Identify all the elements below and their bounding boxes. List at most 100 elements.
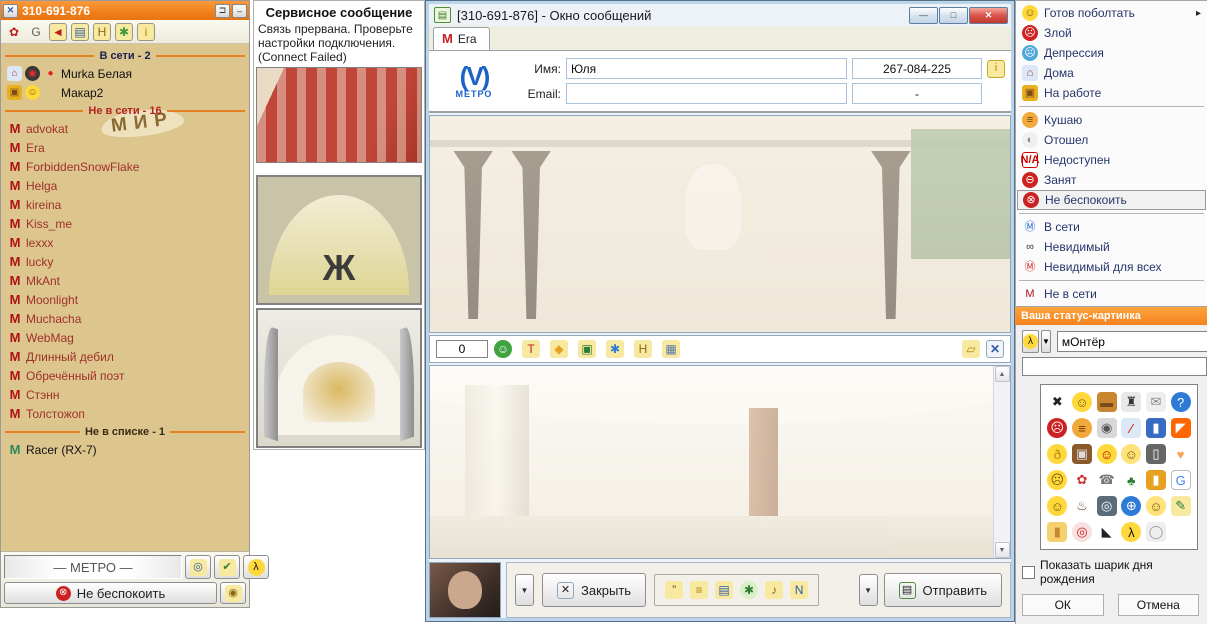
contact-row[interactable]: М WebMag <box>1 328 249 347</box>
email-field[interactable] <box>566 83 847 104</box>
pic-globe[interactable]: ⊕ <box>1121 496 1141 516</box>
status-invisible-all[interactable]: Ⓜ Невидимый для всех <box>1017 257 1206 277</box>
pic-sprayer[interactable]: ▮ <box>1146 418 1166 438</box>
close-options-dropdown[interactable]: ▼ <box>515 574 534 606</box>
message-history-area[interactable] <box>429 115 1011 333</box>
status-depression[interactable]: ☹ Депрессия <box>1017 43 1206 63</box>
status-at-home[interactable]: ⌂ Дома <box>1017 63 1206 83</box>
contact-row[interactable]: М Era <box>1 138 249 157</box>
pic-thermometer[interactable]: ∕ <box>1121 418 1141 438</box>
dnd-status-button[interactable]: ⊗ Не беспокоить <box>4 582 217 604</box>
close-conversation-button[interactable]: ✕ Закрыть <box>542 573 646 607</box>
contact-row[interactable]: М Moonlight <box>1 290 249 309</box>
pic-laugh[interactable]: ☺ <box>1047 496 1067 516</box>
pic-coffee[interactable]: ♨ <box>1072 496 1092 516</box>
quote-icon[interactable]: ” <box>665 581 683 599</box>
contact-row[interactable]: М Kiss_me <box>1 214 249 233</box>
status-busy[interactable]: ⊖ Занят <box>1017 170 1206 190</box>
pic-briefcase[interactable]: ▬ <box>1097 392 1117 412</box>
pic-rambler[interactable]: ◤ <box>1171 418 1191 438</box>
connections-error-icon[interactable]: G <box>27 23 45 41</box>
pic-tv[interactable]: ▣ <box>1072 444 1092 464</box>
notes-icon[interactable]: N <box>790 581 808 599</box>
pic-toilet-paper[interactable]: ◯ <box>1146 522 1166 542</box>
minimize-button[interactable]: — <box>909 7 938 24</box>
status-dnd[interactable]: ⊗ Не беспокоить <box>1017 190 1206 210</box>
pic-phone-gray[interactable]: ☎ <box>1097 470 1117 490</box>
eye-button[interactable]: ◉ <box>220 582 246 604</box>
status-picture-extra-input[interactable] <box>1022 357 1207 376</box>
contact-list-titlebar[interactable]: ✕ 310-691-876 ⊐ – <box>1 1 249 20</box>
status-picture-name-input[interactable] <box>1057 331 1207 352</box>
status-ready-to-chat[interactable]: ☺ Готов поболтать ▸ <box>1017 3 1206 23</box>
close-button[interactable]: ✕ <box>969 7 1008 24</box>
sound-icon[interactable]: ♪ <box>765 581 783 599</box>
close-icon[interactable]: ✕ <box>3 4 18 18</box>
birthday-balloon-checkbox[interactable] <box>1022 566 1035 579</box>
email-alt-field[interactable] <box>852 83 982 104</box>
contact-row[interactable]: М Стэнн <box>1 385 249 404</box>
tab-era[interactable]: М Era <box>433 27 490 50</box>
pic-car[interactable]: ♜ <box>1121 392 1141 412</box>
apply-notes-icon[interactable]: ✔ <box>214 555 240 579</box>
contact-row[interactable]: М Обречённый поэт <box>1 366 249 385</box>
worker-sign-icon[interactable]: λ <box>243 555 269 579</box>
freeze-icon[interactable]: ✱ <box>606 340 624 358</box>
status-na[interactable]: N/A Недоступен <box>1017 150 1206 170</box>
pic-gamepad[interactable]: ◎ <box>1097 496 1117 516</box>
pic-battery[interactable]: ▮ <box>1146 470 1166 490</box>
status-picture-dropdown[interactable]: ▼ <box>1041 330 1051 353</box>
name-field[interactable] <box>566 58 847 79</box>
online-group-header[interactable]: В сети - 2 <box>1 47 249 64</box>
status-offline[interactable]: М Не в сети <box>1017 284 1206 304</box>
contact-row[interactable]: М lucky <box>1 252 249 271</box>
pic-worker[interactable]: λ <box>1121 522 1141 542</box>
current-status-picture-button[interactable]: λ <box>1022 330 1039 353</box>
pic-tickets[interactable]: ✉ <box>1146 392 1166 412</box>
pic-grad-cap[interactable]: ◣ <box>1097 522 1117 542</box>
contact-row[interactable]: М MkAnt <box>1 271 249 290</box>
scroll-up-icon[interactable]: ▲ <box>995 366 1010 382</box>
pic-target[interactable]: ◎ <box>1072 522 1092 542</box>
cancel-button[interactable]: Отмена <box>1118 594 1200 616</box>
pic-question[interactable]: ? <box>1171 392 1191 412</box>
separator[interactable] <box>1019 106 1204 107</box>
pic-crying[interactable]: ☹ <box>1047 470 1067 490</box>
select-page-icon[interactable]: ▤ <box>715 581 733 599</box>
separator[interactable] <box>1019 280 1204 281</box>
pic-tongue-smiley[interactable]: ☺ <box>1097 444 1117 464</box>
pic-beer[interactable]: ▮ <box>1047 522 1067 542</box>
info-icon[interactable]: i <box>137 23 155 41</box>
pic-none[interactable]: ✖ <box>1047 392 1067 412</box>
pic-shower-smiley[interactable]: ☺ <box>1072 392 1092 412</box>
new-page-icon[interactable]: ▱ <box>962 340 980 358</box>
pic-heart[interactable]: ♥ <box>1171 444 1191 464</box>
contact-row[interactable]: М Толстожоп <box>1 404 249 423</box>
font-icon[interactable]: T <box>522 340 540 358</box>
templates-icon[interactable]: ≡ <box>690 581 708 599</box>
status-eating[interactable]: ≡ Кушаю <box>1017 110 1206 130</box>
pic-burger[interactable]: ≡ <box>1072 418 1092 438</box>
notinlist-group-header[interactable]: Не в списке - 1 <box>1 423 249 440</box>
pic-sleepy-pillow[interactable]: ☺ <box>1146 496 1166 516</box>
contact-row[interactable]: М Длинный дебил <box>1 347 249 366</box>
pic-phone[interactable]: ▯ <box>1146 444 1166 464</box>
pic-angry[interactable]: ☹ <box>1047 418 1067 438</box>
minimize-icon[interactable]: – <box>232 4 247 18</box>
scroll-down-icon[interactable]: ▼ <box>995 542 1010 558</box>
close-toolbar-icon[interactable]: ✕ <box>986 340 1004 358</box>
message-input-area[interactable]: ▲ ▼ <box>429 365 1011 559</box>
pic-google[interactable]: G <box>1171 470 1191 490</box>
status-angry[interactable]: ☹ Злой <box>1017 23 1206 43</box>
status-invisible[interactable]: ∞ Невидимый <box>1017 237 1206 257</box>
restore-button[interactable]: □ <box>939 7 968 24</box>
status-at-work[interactable]: ▣ На работе <box>1017 83 1206 103</box>
history-icon[interactable]: H <box>93 23 111 41</box>
tools-wrench-icon[interactable]: ✱ <box>740 581 758 599</box>
contact-row[interactable]: М advokat <box>1 119 249 138</box>
separator[interactable] <box>1019 213 1204 214</box>
uin-field[interactable] <box>852 58 982 79</box>
contact-list-view-icon[interactable]: ▤ <box>71 23 89 41</box>
status-away[interactable]: ◐ Отошел <box>1017 130 1206 150</box>
pic-cannabis[interactable]: ♣ <box>1121 470 1141 490</box>
